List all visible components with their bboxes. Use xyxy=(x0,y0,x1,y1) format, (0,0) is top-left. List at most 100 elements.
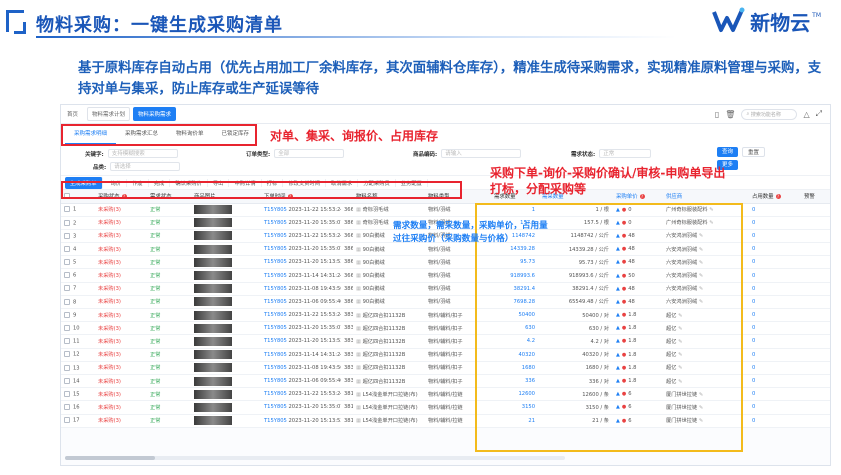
assign-buyer-button[interactable]: 分配采购员 xyxy=(358,178,396,187)
request-detail-button[interactable]: 申购详情 xyxy=(229,178,262,187)
row-checkbox-box[interactable] xyxy=(64,206,70,213)
row-checkbox[interactable]: 15 xyxy=(61,387,95,402)
row-checkbox-box[interactable] xyxy=(64,390,70,397)
row-checkbox-box[interactable] xyxy=(64,219,70,226)
complete-button[interactable]: 完成 xyxy=(149,178,171,187)
edit-icon[interactable]: ✎ xyxy=(699,418,703,424)
row-checkbox[interactable]: 4 xyxy=(61,242,95,257)
edit-icon[interactable]: ✎ xyxy=(678,352,682,358)
inquiry-button[interactable]: 询价 xyxy=(106,178,128,187)
row-checkbox-box[interactable] xyxy=(64,351,70,358)
col-unit-price[interactable]: 采购单价? xyxy=(613,190,663,204)
price-history-icon[interactable]: ▲ xyxy=(616,338,620,344)
row-checkbox[interactable]: 8 xyxy=(61,295,95,310)
confirm-price-button[interactable]: 确认采购价 xyxy=(170,178,208,187)
table-row[interactable]: 8 未采购(3) 正常 T15Y805 2023-11-06 09:55:40 386 ▦… xyxy=(61,295,830,310)
table-row[interactable]: 17 未采购(3) 正常 T15Y805 2023-11-20 15:13:53 381… xyxy=(61,414,830,428)
tab-material-plan[interactable]: 物料需求计划 xyxy=(87,107,131,121)
table-row[interactable]: 12 未采购(3) 正常 T15Y805 2023-11-14 14:31:24 383… xyxy=(61,348,830,362)
row-checkbox[interactable]: 1 xyxy=(61,203,95,217)
edit-icon[interactable]: ✎ xyxy=(699,273,703,279)
edit-icon[interactable]: ✎ xyxy=(678,379,682,385)
table-row[interactable]: 5 未采购(3) 正常 T15Y805 2023-11-20 15:13:53 386 ▦… xyxy=(61,255,830,270)
edit-icon[interactable]: ✎ xyxy=(709,220,713,226)
cancel-demand-button[interactable]: 取消需求 xyxy=(326,178,359,187)
row-checkbox-box[interactable] xyxy=(64,417,70,424)
table-row[interactable]: 1 未采购(3) 正常 T15Y805 2023-11-22 15:53:24 366 ▦… xyxy=(61,203,830,217)
col-order-time[interactable]: 下单时间? xyxy=(261,190,341,204)
tab-material-purchase[interactable]: 物料采购需求 xyxy=(133,107,177,121)
edit-icon[interactable]: ✎ xyxy=(699,392,703,398)
scrollbar-thumb[interactable] xyxy=(65,456,155,460)
edit-icon[interactable]: ✎ xyxy=(699,260,703,266)
row-checkbox-box[interactable] xyxy=(64,404,70,411)
export-button[interactable]: 导出 xyxy=(208,178,230,187)
category-select[interactable]: 请选择 xyxy=(110,162,181,171)
row-checkbox[interactable]: 9 xyxy=(61,308,95,323)
price-history-icon[interactable]: ▲ xyxy=(616,259,620,265)
table-row[interactable]: 9 未采购(3) 正常 T15Y805 2023-11-22 15:53:24 383 ▦… xyxy=(61,308,830,323)
price-history-icon[interactable]: ▲ xyxy=(616,391,620,397)
row-checkbox-box[interactable] xyxy=(64,364,70,371)
edit-delivery-button[interactable]: 修改交货时间 xyxy=(283,178,327,187)
col-supplier[interactable]: 供应商 xyxy=(663,190,749,204)
price-history-icon[interactable]: ▲ xyxy=(616,220,620,226)
table-row[interactable]: 11 未采购(3) 正常 T15Y805 2023-11-20 15:13:53 383… xyxy=(61,334,830,349)
price-history-icon[interactable]: ▲ xyxy=(616,233,620,239)
business-config-button[interactable]: 业务配置 xyxy=(396,178,428,187)
table-row[interactable]: 13 未采购(3) 正常 T15Y805 2023-11-08 19:43:56 383… xyxy=(61,361,830,375)
col-warning[interactable]: 预警 xyxy=(801,190,830,204)
edit-icon[interactable]: ✎ xyxy=(699,247,703,253)
row-checkbox-box[interactable] xyxy=(64,377,70,384)
col-req-status[interactable]: 需求状态 xyxy=(147,190,191,204)
row-checkbox-box[interactable] xyxy=(64,298,70,305)
edit-icon[interactable]: ✎ xyxy=(678,339,682,345)
price-history-icon[interactable]: ▲ xyxy=(616,207,620,213)
col-material-name[interactable]: 物料名称 xyxy=(353,190,425,204)
table-row[interactable]: 14 未采购(3) 正常 T15Y805 2023-11-06 09:55:40 383… xyxy=(61,374,830,389)
row-checkbox[interactable]: 5 xyxy=(61,255,95,270)
table-row[interactable]: 10 未采购(3) 正常 T15Y805 2023-11-20 15:35:07 383… xyxy=(61,321,830,336)
edit-icon[interactable]: ✎ xyxy=(678,326,682,332)
price-history-icon[interactable]: ▲ xyxy=(616,378,620,384)
edit-icon[interactable]: ✎ xyxy=(699,405,703,411)
row-checkbox[interactable]: 6 xyxy=(61,268,95,283)
price-history-icon[interactable]: ▲ xyxy=(616,286,620,292)
price-history-icon[interactable]: ▲ xyxy=(616,299,620,305)
bell-icon[interactable]: △ xyxy=(803,110,809,119)
edit-icon[interactable]: ✎ xyxy=(678,313,682,319)
col-goods-image[interactable]: 商品图片 xyxy=(191,190,261,204)
row-checkbox-box[interactable] xyxy=(64,272,70,279)
edit-icon[interactable]: ✎ xyxy=(699,299,703,305)
price-history-icon[interactable]: ▲ xyxy=(616,325,620,331)
price-history-icon[interactable]: ▲ xyxy=(616,312,620,318)
row-checkbox[interactable]: 10 xyxy=(61,321,95,336)
row-checkbox[interactable]: 2 xyxy=(61,216,95,230)
price-history-icon[interactable]: ▲ xyxy=(616,273,620,279)
edit-icon[interactable]: ✎ xyxy=(699,233,703,239)
select-all-checkbox[interactable] xyxy=(61,190,95,204)
keyword-input[interactable]: 支持模糊搜索 xyxy=(107,149,178,158)
req-status-select[interactable]: 正常 xyxy=(599,149,652,158)
row-checkbox-box[interactable] xyxy=(64,232,70,239)
table-row[interactable]: 7 未采购(3) 正常 T15Y805 2023-11-08 19:43:56 386 ▦… xyxy=(61,282,830,296)
order-type-select[interactable]: 全部 xyxy=(274,149,345,158)
subtab-summary[interactable]: 采购需求汇总 xyxy=(116,124,167,145)
breadcrumb-home[interactable]: 首页 xyxy=(61,110,84,118)
row-checkbox[interactable]: 11 xyxy=(61,334,95,349)
table-row[interactable]: 6 未采购(3) 正常 T15Y805 2023-11-14 14:31:24 366 ▦… xyxy=(61,268,830,283)
edit-icon[interactable]: ✎ xyxy=(709,207,713,213)
row-checkbox[interactable]: 16 xyxy=(61,400,95,415)
row-checkbox-box[interactable] xyxy=(64,338,70,345)
generate-po-button[interactable]: 生成采购单 xyxy=(65,176,103,189)
row-checkbox-box[interactable] xyxy=(64,311,70,318)
goods-code-input[interactable]: 请输入 xyxy=(441,149,522,158)
phone-icon[interactable]: ▯ xyxy=(715,110,719,119)
col-occupy-qty[interactable]: 占用数量? xyxy=(749,190,801,204)
row-checkbox-box[interactable] xyxy=(64,285,70,292)
subtab-detail[interactable]: 采购需求明细 xyxy=(65,124,117,145)
tag-button[interactable]: 打标 xyxy=(262,178,284,187)
reset-button[interactable]: 重置 xyxy=(742,147,766,157)
price-history-icon[interactable]: ▲ xyxy=(616,246,620,252)
subtab-locked-stock[interactable]: 已锁定库存 xyxy=(213,124,259,145)
